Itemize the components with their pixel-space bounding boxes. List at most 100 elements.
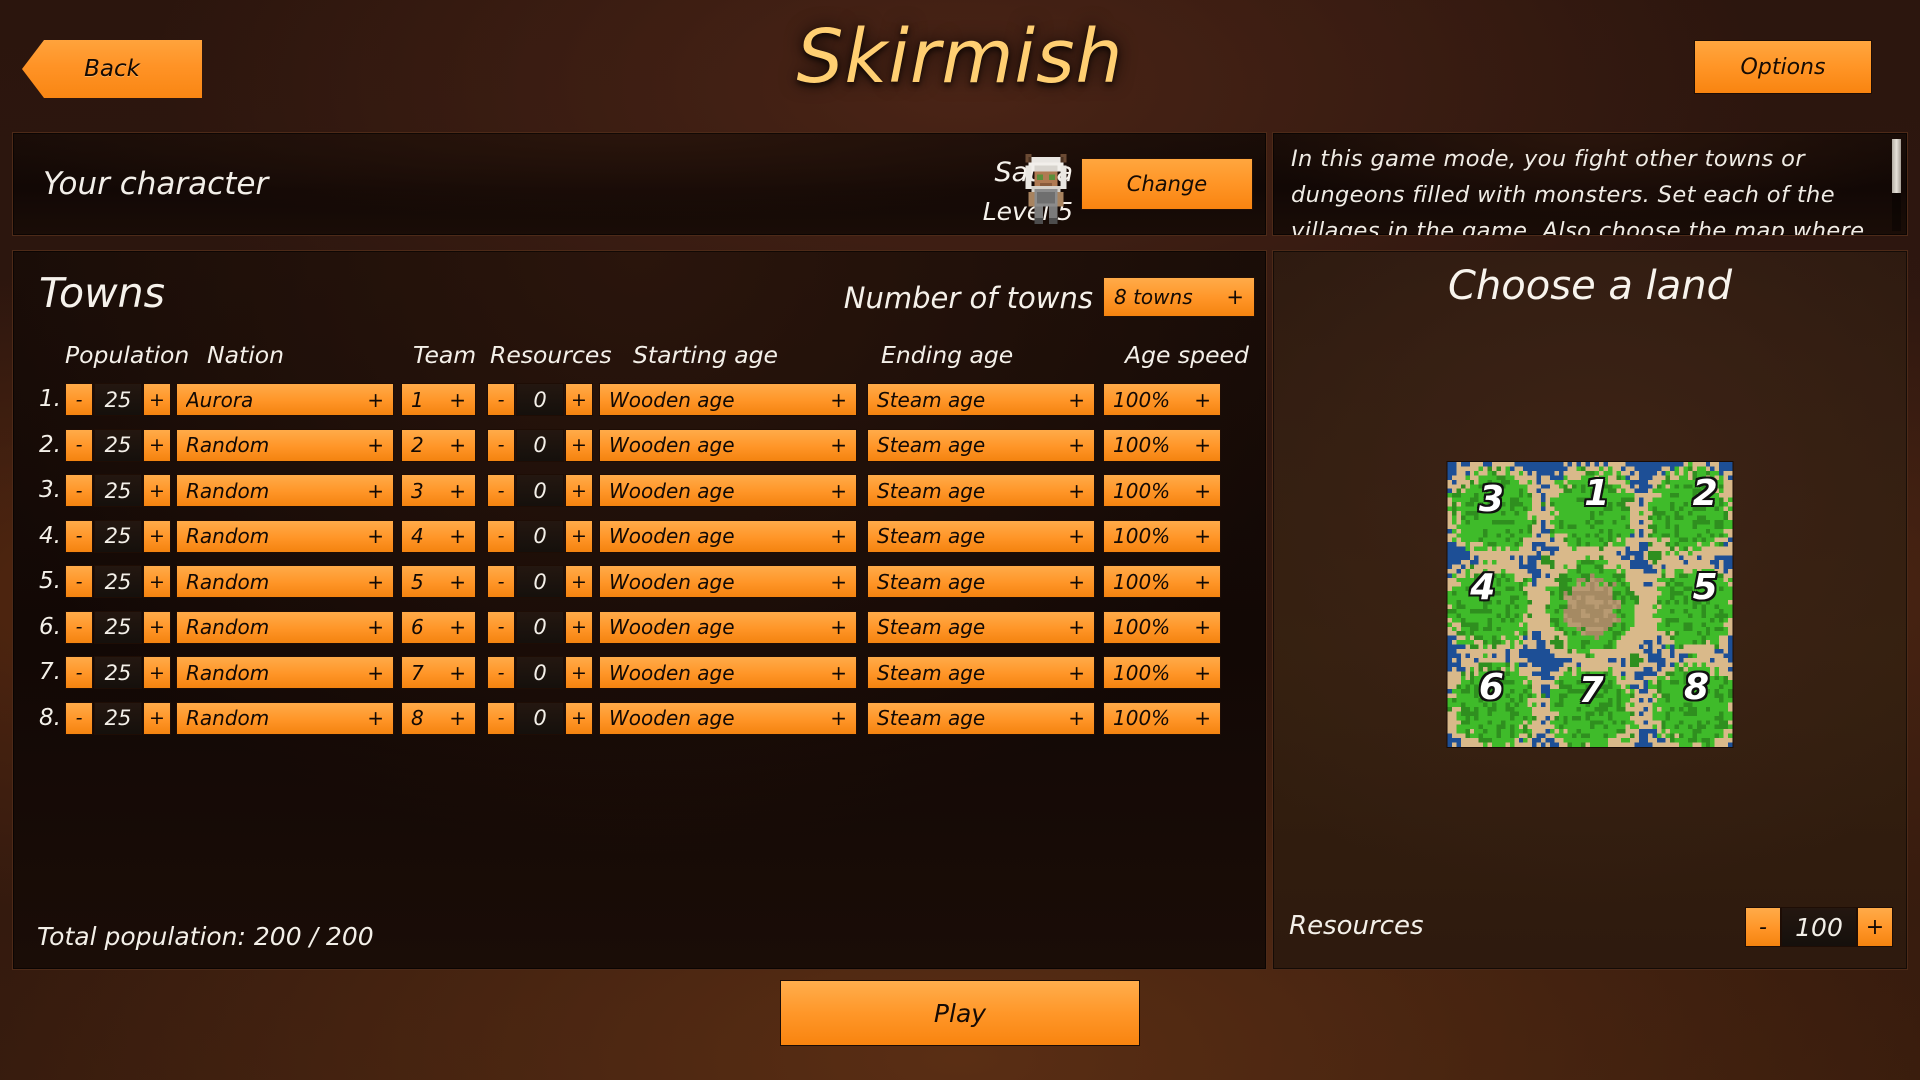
team-dropdown[interactable]: 7 + — [401, 656, 476, 689]
resources-increment-button[interactable]: + — [565, 656, 593, 689]
plus-icon: + — [1068, 569, 1085, 594]
team-dropdown[interactable]: 2 + — [401, 428, 476, 462]
resources-decrement-button[interactable]: - — [487, 519, 515, 553]
nation-dropdown[interactable]: Random + — [176, 474, 394, 507]
nation-dropdown[interactable]: Random + — [176, 701, 394, 735]
population-increment-button[interactable]: + — [143, 656, 171, 689]
plus-icon: + — [449, 524, 466, 548]
resources-decrement-button[interactable]: - — [487, 701, 515, 735]
ending-age-dropdown[interactable]: Steam age + — [867, 610, 1095, 644]
age-speed-dropdown[interactable]: 100% + — [1103, 565, 1221, 598]
population-decrement-button[interactable]: - — [65, 701, 93, 735]
resources-increment-button[interactable]: + — [565, 519, 593, 553]
age-speed-dropdown[interactable]: 100% + — [1103, 656, 1221, 689]
population-increment-button[interactable]: + — [143, 383, 171, 416]
resources-decrement-button[interactable]: - — [487, 656, 515, 689]
plus-icon: + — [1194, 433, 1211, 457]
ending-age-dropdown[interactable]: Steam age + — [867, 428, 1095, 462]
column-header-resources: Resources — [490, 341, 612, 369]
land-resources-decrement-button[interactable]: - — [1745, 907, 1781, 947]
population-decrement-button[interactable]: - — [65, 474, 93, 507]
ending-age-dropdown[interactable]: Steam age + — [867, 519, 1095, 553]
population-decrement-button[interactable]: - — [65, 610, 93, 644]
map-slot-number-7: 7 — [1578, 670, 1604, 712]
starting-age-dropdown[interactable]: Wooden age + — [599, 519, 857, 553]
population-increment-button[interactable]: + — [143, 701, 171, 735]
play-button[interactable]: Play — [780, 980, 1140, 1046]
population-increment-button[interactable]: + — [143, 565, 171, 598]
resources-decrement-button[interactable]: - — [487, 565, 515, 598]
team-dropdown[interactable]: 4 + — [401, 519, 476, 553]
age-speed-dropdown[interactable]: 100% + — [1103, 701, 1221, 735]
population-decrement-button[interactable]: - — [65, 565, 93, 598]
plus-icon: + — [1068, 524, 1085, 548]
resources-value: 0 — [516, 610, 564, 644]
population-increment-button[interactable]: + — [143, 428, 171, 462]
resources-decrement-button[interactable]: - — [487, 610, 515, 644]
resources-increment-button[interactable]: + — [565, 701, 593, 735]
age-speed-dropdown[interactable]: 100% + — [1103, 383, 1221, 416]
plus-icon: + — [830, 660, 847, 685]
age-speed-dropdown[interactable]: 100% + — [1103, 519, 1221, 553]
ending-age-dropdown[interactable]: Steam age + — [867, 383, 1095, 416]
nation-dropdown[interactable]: Random + — [176, 656, 394, 689]
population-increment-button[interactable]: + — [143, 474, 171, 507]
starting-age-dropdown[interactable]: Wooden age + — [599, 428, 857, 462]
number-of-towns-dropdown[interactable]: 8 towns + — [1103, 277, 1255, 317]
nation-dropdown-value: Random — [186, 478, 270, 503]
change-character-button[interactable]: Change — [1081, 158, 1253, 210]
ending-age-dropdown[interactable]: Steam age + — [867, 656, 1095, 689]
options-button[interactable]: Options — [1694, 40, 1872, 94]
ending-age-dropdown[interactable]: Steam age + — [867, 474, 1095, 507]
resources-increment-button[interactable]: + — [565, 610, 593, 644]
nation-dropdown-value: Random — [186, 433, 270, 457]
plus-icon: + — [1194, 478, 1211, 503]
plus-icon: + — [367, 706, 384, 730]
team-dropdown[interactable]: 1 + — [401, 383, 476, 416]
team-dropdown[interactable]: 6 + — [401, 610, 476, 644]
team-dropdown[interactable]: 8 + — [401, 701, 476, 735]
ending-age-dropdown-value: Steam age — [877, 706, 986, 730]
team-dropdown[interactable]: 3 + — [401, 474, 476, 507]
ending-age-dropdown[interactable]: Steam age + — [867, 701, 1095, 735]
resources-decrement-button[interactable]: - — [487, 474, 515, 507]
starting-age-dropdown[interactable]: Wooden age + — [599, 383, 857, 416]
resources-increment-button[interactable]: + — [565, 383, 593, 416]
team-dropdown-value: 7 — [411, 660, 424, 685]
nation-dropdown[interactable]: Random + — [176, 610, 394, 644]
population-decrement-button[interactable]: - — [65, 383, 93, 416]
starting-age-dropdown[interactable]: Wooden age + — [599, 701, 857, 735]
starting-age-dropdown[interactable]: Wooden age + — [599, 565, 857, 598]
resources-value: 0 — [516, 428, 564, 462]
population-decrement-button[interactable]: - — [65, 428, 93, 462]
character-sprite-icon — [1013, 151, 1079, 227]
nation-dropdown[interactable]: Random + — [176, 565, 394, 598]
land-resources-increment-button[interactable]: + — [1857, 907, 1893, 947]
resources-increment-button[interactable]: + — [565, 474, 593, 507]
resources-decrement-button[interactable]: - — [487, 383, 515, 416]
population-decrement-button[interactable]: - — [65, 656, 93, 689]
starting-age-dropdown[interactable]: Wooden age + — [599, 656, 857, 689]
resources-value: 0 — [516, 656, 564, 689]
nation-dropdown[interactable]: Random + — [176, 428, 394, 462]
team-dropdown[interactable]: 5 + — [401, 565, 476, 598]
population-increment-button[interactable]: + — [143, 519, 171, 553]
age-speed-dropdown[interactable]: 100% + — [1103, 610, 1221, 644]
nation-dropdown[interactable]: Aurora + — [176, 383, 394, 416]
column-header-age-speed: Age speed — [1125, 341, 1249, 369]
population-decrement-button[interactable]: - — [65, 519, 93, 553]
starting-age-dropdown[interactable]: Wooden age + — [599, 474, 857, 507]
age-speed-dropdown[interactable]: 100% + — [1103, 428, 1221, 462]
population-increment-button[interactable]: + — [143, 610, 171, 644]
description-scrollbar-thumb[interactable] — [1892, 139, 1901, 193]
resources-increment-button[interactable]: + — [565, 428, 593, 462]
town-row: 4. -25 + Random +4 + -0 + Wooden age + Steam age +1… — [13, 516, 1266, 562]
starting-age-dropdown-value: Wooden age — [609, 524, 735, 548]
ending-age-dropdown[interactable]: Steam age + — [867, 565, 1095, 598]
resources-decrement-button[interactable]: - — [487, 428, 515, 462]
resources-increment-button[interactable]: + — [565, 565, 593, 598]
map-preview[interactable]: 1 2 3 4 5 6 7 8 — [1446, 461, 1734, 748]
starting-age-dropdown[interactable]: Wooden age + — [599, 610, 857, 644]
nation-dropdown[interactable]: Random + — [176, 519, 394, 553]
age-speed-dropdown[interactable]: 100% + — [1103, 474, 1221, 507]
